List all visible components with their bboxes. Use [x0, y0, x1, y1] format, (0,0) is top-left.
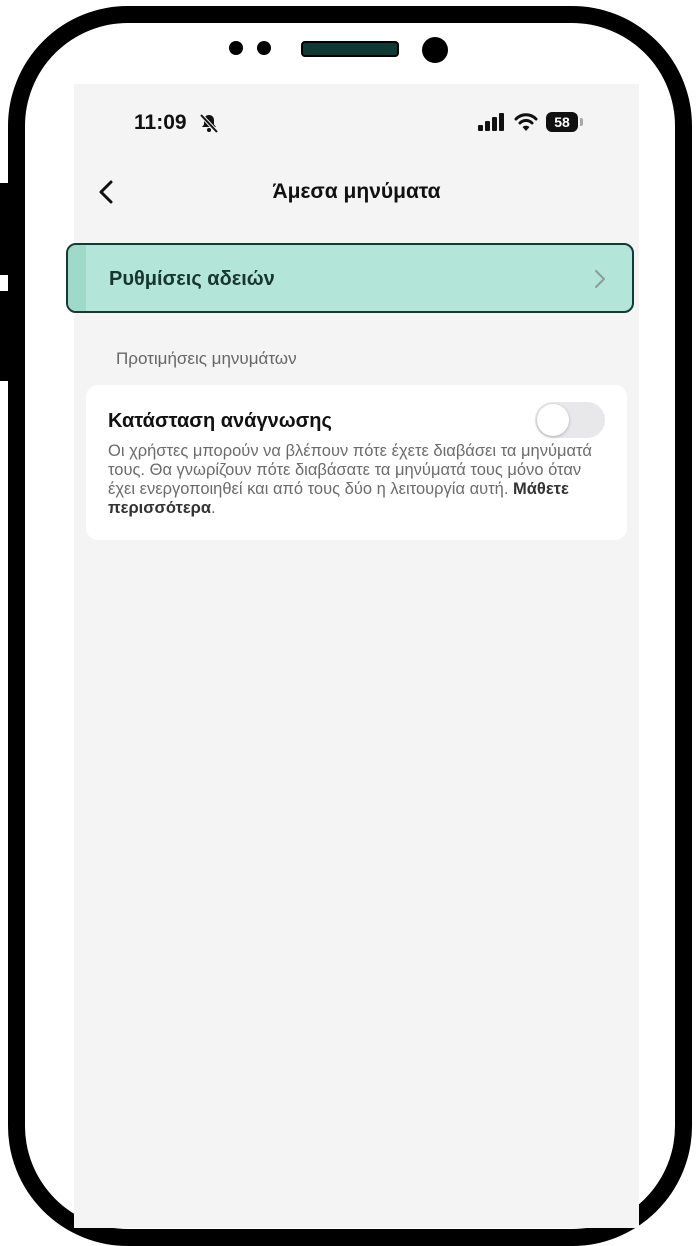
- signal-icon: [478, 113, 504, 131]
- read-receipts-title: Κατάσταση ανάγνωσης: [108, 410, 332, 432]
- speaker-grille: [301, 41, 399, 57]
- sensor-dot: [229, 41, 243, 55]
- read-receipts-toggle[interactable]: [535, 402, 605, 438]
- battery-tip: [580, 118, 583, 126]
- row-accent: [68, 245, 86, 311]
- section-header: Προτιμήσεις μηνυμάτων: [116, 349, 297, 368]
- front-camera: [422, 37, 448, 63]
- permissions-settings-row[interactable]: Ρυθμίσεις αδειών: [66, 243, 634, 313]
- permissions-settings-label: Ρυθμίσεις αδειών: [109, 268, 275, 290]
- battery-icon: 58: [546, 112, 578, 132]
- wifi-icon: [514, 113, 538, 131]
- toggle-knob: [537, 404, 569, 436]
- read-receipts-card: Κατάσταση ανάγνωσης Οι χρήστες μπορούν ν…: [86, 385, 627, 540]
- status-time: 11:09: [134, 111, 187, 134]
- page-title: Άμεσα μηνύματα: [272, 180, 441, 203]
- read-receipts-description: Οι χρήστες μπορούν να βλέπουν πότε έχετε…: [108, 442, 592, 517]
- chevron-right-icon: [595, 270, 605, 288]
- sensor-dot: [257, 41, 271, 55]
- bell-off-icon: [199, 113, 219, 134]
